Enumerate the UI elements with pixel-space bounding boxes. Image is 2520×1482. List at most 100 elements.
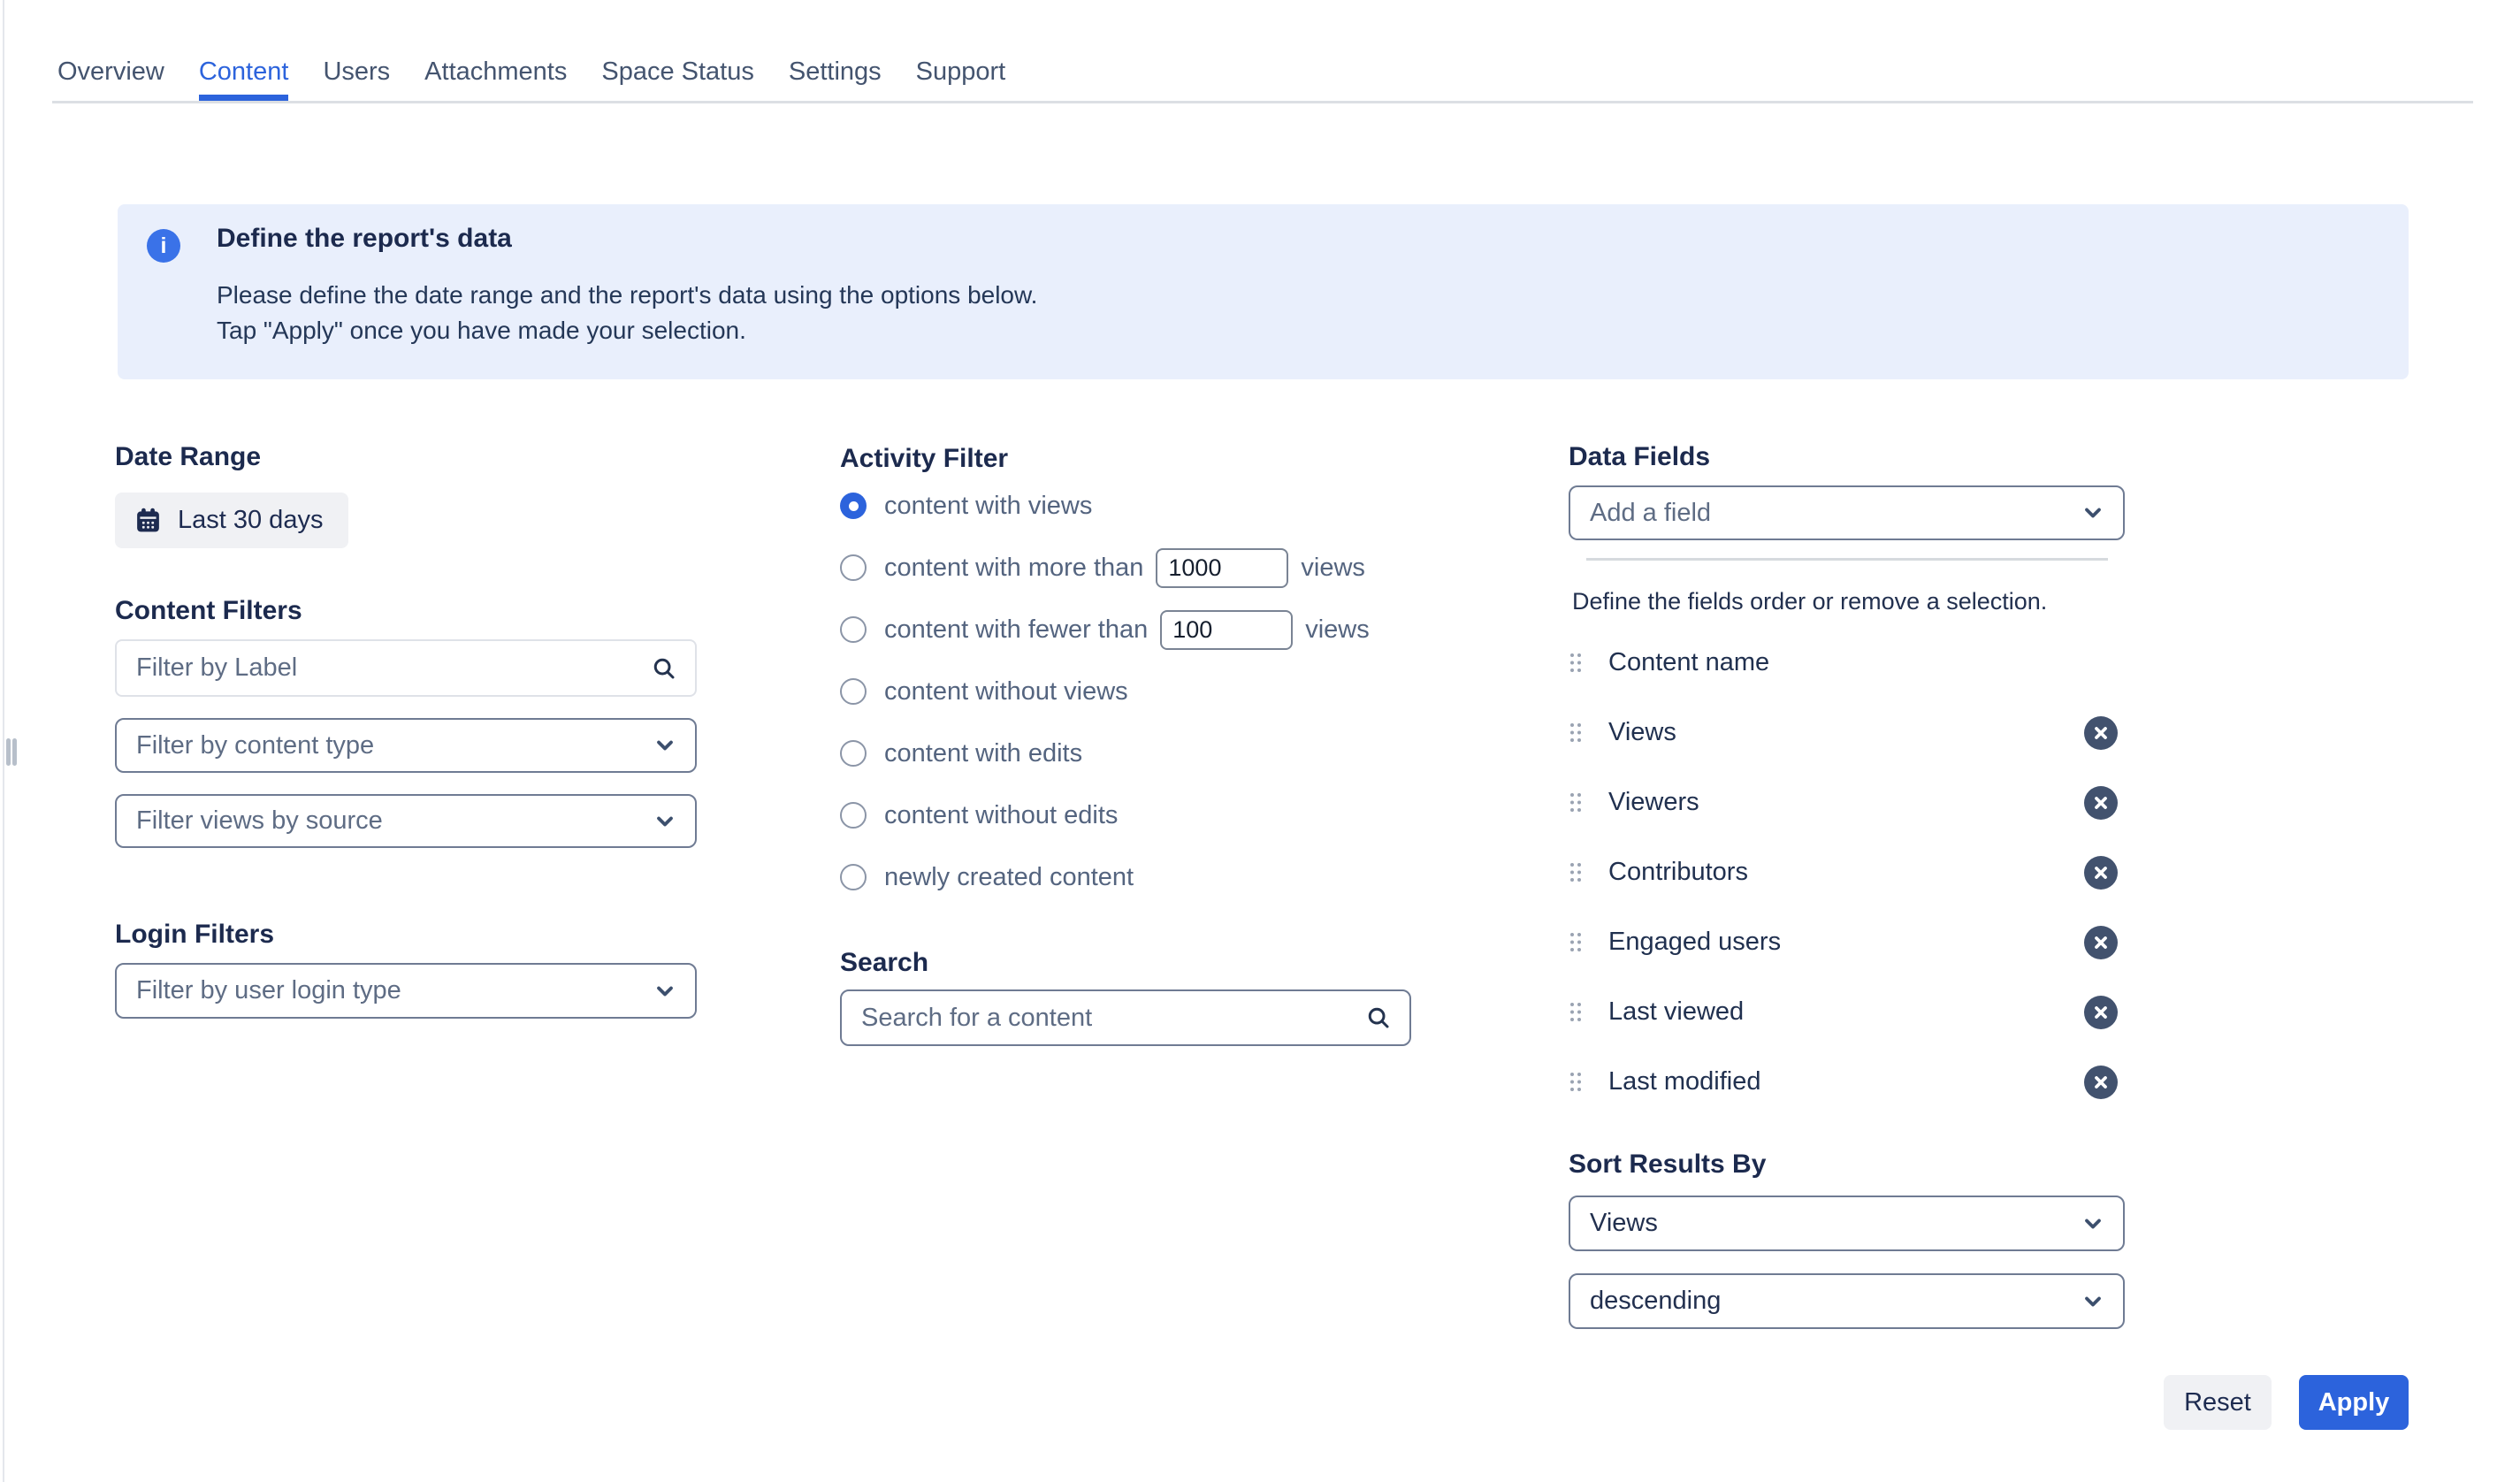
remove-icon <box>2091 793 2111 813</box>
radio-selected-icon[interactable] <box>840 493 867 519</box>
radio-icon[interactable] <box>840 864 867 890</box>
data-field-row: Views <box>1569 698 2125 768</box>
filter-by-user-login-type-select[interactable]: Filter by user login type <box>115 963 697 1019</box>
drag-handle-icon[interactable] <box>1569 1070 1583 1094</box>
remove-icon <box>2091 933 2111 952</box>
sort-by-select[interactable]: Views <box>1569 1196 2125 1251</box>
views-threshold-input[interactable] <box>1156 548 1288 588</box>
data-field-label: Viewers <box>1608 788 2084 817</box>
login-filters-heading: Login Filters <box>115 920 274 950</box>
add-a-field-value: Add a field <box>1590 499 2081 528</box>
radio-option-label: content with fewer than <box>884 615 1148 645</box>
sort-results-heading: Sort Results By <box>1569 1150 1766 1180</box>
radio-option-label: content with edits <box>884 739 1082 768</box>
remove-icon <box>2091 723 2111 743</box>
data-field-label: Last viewed <box>1608 997 2084 1027</box>
drag-handle-icon[interactable] <box>1569 930 1583 954</box>
data-field-label: Views <box>1608 718 2084 747</box>
radio-option-content-without-edits[interactable]: content without edits <box>840 784 1441 846</box>
chevron-down-icon <box>2081 1289 2105 1314</box>
remove-field-button[interactable] <box>2084 786 2118 820</box>
data-field-row: Viewers <box>1569 768 2125 837</box>
drag-handle-icon[interactable] <box>1569 651 1583 675</box>
data-field-label: Engaged users <box>1608 928 2084 957</box>
tab-content[interactable]: Content <box>199 57 289 101</box>
search-content-input[interactable] <box>861 1004 1365 1033</box>
date-range-button[interactable]: Last 30 days <box>115 493 348 548</box>
radio-option-content-with-fewer-than[interactable]: content with fewer than views <box>840 599 1441 661</box>
drag-handle-icon[interactable] <box>1569 791 1583 814</box>
radio-icon[interactable] <box>840 740 867 767</box>
filter-by-user-login-type-value: Filter by user login type <box>136 976 653 1005</box>
data-fields-divider <box>1586 558 2108 561</box>
tab-space-status[interactable]: Space Status <box>601 57 754 101</box>
remove-icon <box>2091 1073 2111 1092</box>
radio-option-content-with-edits[interactable]: content with edits <box>840 722 1441 784</box>
chevron-down-icon <box>2081 500 2105 525</box>
data-field-row: Engaged users <box>1569 907 2125 977</box>
radio-icon[interactable] <box>840 616 867 643</box>
panel-divider-line <box>3 0 4 1482</box>
remove-field-button[interactable] <box>2084 1066 2118 1099</box>
calendar-icon <box>134 506 163 535</box>
tab-attachments[interactable]: Attachments <box>424 57 567 101</box>
banner-title: Define the report's data <box>217 224 512 254</box>
chevron-down-icon <box>2081 1211 2105 1236</box>
remove-field-button[interactable] <box>2084 716 2118 750</box>
search-icon <box>1365 1005 1392 1031</box>
tab-bar: Overview Content Users Attachments Space Sta… <box>57 0 1005 101</box>
filter-by-label-field <box>115 639 697 697</box>
panel-resize-grip[interactable] <box>12 738 17 766</box>
radio-option-label: content with views <box>884 492 1092 521</box>
chevron-down-icon <box>653 979 677 1004</box>
tab-bar-rule <box>52 101 2473 103</box>
data-fields-heading: Data Fields <box>1569 442 1710 472</box>
tab-support[interactable]: Support <box>916 57 1006 101</box>
radio-option-newly-created-content[interactable]: newly created content <box>840 846 1441 908</box>
data-field-row: Contributors <box>1569 837 2125 907</box>
filter-by-content-type-value: Filter by content type <box>136 731 653 760</box>
banner-text: Please define the date range and the rep… <box>217 281 1037 309</box>
data-fields-helper-text: Define the fields order or remove a sele… <box>1572 588 2047 615</box>
radio-option-label: content with more than <box>884 554 1143 583</box>
remove-field-button[interactable] <box>2084 856 2118 890</box>
info-icon: i <box>147 229 180 263</box>
views-suffix-label: views <box>1305 615 1370 645</box>
chevron-down-icon <box>653 733 677 758</box>
tab-users[interactable]: Users <box>323 57 390 101</box>
add-a-field-select[interactable]: Add a field <box>1569 485 2125 540</box>
radio-icon[interactable] <box>840 802 867 829</box>
sort-direction-select[interactable]: descending <box>1569 1273 2125 1329</box>
remove-field-button[interactable] <box>2084 926 2118 959</box>
date-range-button-label: Last 30 days <box>178 506 323 535</box>
data-field-label: Last modified <box>1608 1067 2084 1096</box>
apply-button[interactable]: Apply <box>2299 1375 2409 1430</box>
remove-field-button[interactable] <box>2084 996 2118 1029</box>
radio-option-content-without-views[interactable]: content without views <box>840 661 1441 722</box>
filter-by-content-type-select[interactable]: Filter by content type <box>115 718 697 773</box>
drag-handle-icon[interactable] <box>1569 1000 1583 1024</box>
filter-views-by-source-select[interactable]: Filter views by source <box>115 794 697 848</box>
data-field-row: Last viewed <box>1569 977 2125 1047</box>
remove-icon <box>2091 863 2111 882</box>
radio-icon[interactable] <box>840 554 867 581</box>
filter-views-by-source-value: Filter views by source <box>136 806 653 836</box>
tab-overview[interactable]: Overview <box>57 57 164 101</box>
search-content-field <box>840 989 1411 1046</box>
radio-option-label: content without views <box>884 677 1128 707</box>
radio-option-content-with-more-than[interactable]: content with more than views <box>840 537 1441 599</box>
reset-button[interactable]: Reset <box>2164 1375 2272 1430</box>
radio-option-label: content without edits <box>884 801 1118 830</box>
data-fields-list: Content nameViewsViewersContributorsEnga… <box>1569 628 2125 1117</box>
activity-filter-heading: Activity Filter <box>840 444 1008 474</box>
drag-handle-icon[interactable] <box>1569 721 1583 745</box>
search-heading: Search <box>840 948 928 978</box>
views-suffix-label: views <box>1301 554 1365 583</box>
panel-resize-grip[interactable] <box>6 738 11 766</box>
tab-settings[interactable]: Settings <box>789 57 882 101</box>
views-threshold-input[interactable] <box>1160 610 1293 650</box>
radio-option-content-with-views[interactable]: content with views <box>840 475 1441 537</box>
radio-icon[interactable] <box>840 678 867 705</box>
filter-by-label-input[interactable] <box>136 653 651 683</box>
drag-handle-icon[interactable] <box>1569 860 1583 884</box>
